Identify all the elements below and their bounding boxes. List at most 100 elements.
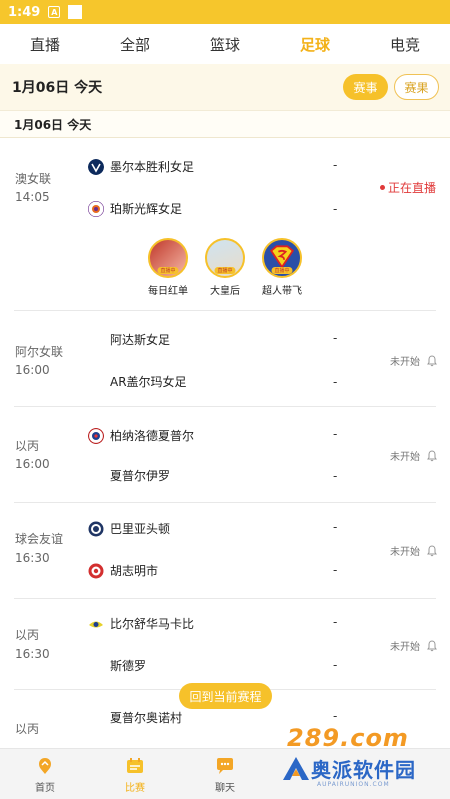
- date-header: 1月06日 今天 赛事 赛果: [0, 64, 450, 110]
- melbourne-victory-logo-icon: [88, 158, 104, 175]
- match-status: 未开始: [390, 353, 438, 368]
- bell-icon[interactable]: [426, 449, 438, 462]
- home-score: -: [333, 520, 338, 534]
- away-score: -: [333, 563, 338, 577]
- watermark: 289.com 奥派软件园 AUPAIRUNION.COM: [281, 724, 450, 796]
- bell-icon[interactable]: [426, 354, 438, 367]
- team-logo-placeholder-icon: [88, 332, 104, 348]
- home-team-name: 墨尔本胜利女足: [110, 160, 195, 174]
- bell-icon[interactable]: [426, 639, 438, 652]
- home-score: -: [333, 427, 338, 441]
- away-team: 夏普尔伊罗: [88, 467, 170, 484]
- away-score: -: [333, 658, 338, 672]
- nav-home[interactable]: 首页: [20, 755, 70, 794]
- away-score: -: [333, 202, 338, 216]
- notification-a-icon: A: [48, 6, 61, 18]
- home-team-name: 比尔舒华马卡比: [110, 617, 195, 631]
- watermark-name: 奥派软件园: [311, 758, 416, 782]
- live-dot-icon: [380, 185, 385, 190]
- tab-football[interactable]: 足球: [270, 34, 360, 55]
- live-status-label: 正在直播: [388, 181, 437, 195]
- status-bar: 1:49 A: [0, 0, 450, 24]
- match-row[interactable]: 球会友谊 16:30 巴里亚头顿 胡志明市 - - 未开始: [0, 503, 450, 599]
- away-team-name: AR盖尔玛女足: [110, 375, 187, 389]
- match-time: 16:30: [15, 551, 50, 565]
- return-to-current-button[interactable]: 回到当前赛程: [179, 683, 272, 709]
- match-row[interactable]: 以丙 16:00 柏纳洛德夏普尔 夏普尔伊罗 - - 未开始: [0, 407, 450, 503]
- team-logo-placeholder-icon: [88, 658, 104, 674]
- date-subheader: 1月06日 今天: [0, 110, 450, 138]
- match-status-label: 未开始: [390, 357, 420, 368]
- nav-chat[interactable]: 聊天: [200, 755, 250, 794]
- schedule-button[interactable]: 赛事: [343, 74, 388, 100]
- match-status-label: 未开始: [390, 452, 420, 463]
- away-team: 斯德罗: [88, 657, 146, 674]
- league-name: 以丙: [15, 722, 40, 736]
- league-name: 以丙: [15, 628, 40, 642]
- streamer-card[interactable]: 直播中 大皇后: [195, 238, 255, 297]
- sport-tabs: 直播 全部 篮球 足球 电竞: [0, 24, 450, 64]
- home-team-name: 柏纳洛德夏普尔: [110, 429, 195, 443]
- team-badge-icon: [88, 427, 104, 444]
- streamer-card[interactable]: 直播中 超人带飞: [252, 238, 312, 297]
- match-row[interactable]: 澳女联 14:05 墨尔本胜利女足 珀斯光辉女足 - - 正在直播 直播中 每日…: [0, 138, 450, 311]
- match-row[interactable]: 以丙 16:30 比尔舒华马卡比 斯德罗 - - 未开始: [0, 599, 450, 690]
- match-row[interactable]: 阿尔女联 16:00 阿达斯女足 AR盖尔玛女足 - - 未开始: [0, 311, 450, 407]
- league-name: 以丙: [15, 439, 40, 453]
- status-time: 1:49: [8, 4, 41, 20]
- match-status: 未开始: [390, 448, 438, 463]
- away-team-name: 夏普尔伊罗: [110, 469, 171, 483]
- team-logo-placeholder-icon: [88, 468, 104, 484]
- nav-matches[interactable]: 比赛: [110, 755, 160, 794]
- home-team: 墨尔本胜利女足: [88, 158, 194, 175]
- match-time: 16:30: [15, 647, 50, 661]
- home-score: -: [333, 615, 338, 629]
- tab-basketball[interactable]: 篮球: [180, 34, 270, 55]
- away-team: 胡志明市: [88, 562, 158, 579]
- match-status-label: 未开始: [390, 642, 420, 653]
- watermark-logo-icon: [283, 757, 309, 780]
- home-team: 夏普尔奥诺村: [88, 709, 182, 726]
- nav-home-label: 首页: [35, 783, 55, 794]
- away-score: -: [333, 469, 338, 483]
- away-team-name: 珀斯光辉女足: [110, 202, 183, 216]
- away-team: 珀斯光辉女足: [88, 200, 182, 217]
- nav-matches-label: 比赛: [125, 783, 145, 794]
- tab-live[interactable]: 直播: [0, 34, 90, 55]
- match-status: 未开始: [390, 638, 438, 653]
- home-score: -: [333, 709, 338, 723]
- match-time: 14:05: [15, 190, 50, 204]
- perth-glory-logo-icon: [88, 200, 104, 217]
- league-name: 阿尔女联: [15, 345, 64, 359]
- nav-chat-label: 聊天: [215, 783, 235, 794]
- match-status: 未开始: [390, 543, 438, 558]
- streamer-avatar: 直播中: [262, 238, 302, 278]
- live-status[interactable]: 正在直播: [380, 179, 436, 196]
- league-name: 澳女联: [15, 172, 52, 186]
- bell-icon[interactable]: [426, 544, 438, 557]
- match-time: 16:00: [15, 363, 50, 377]
- watermark-top-text: 289.com: [287, 724, 409, 752]
- home-team-name: 阿达斯女足: [110, 333, 171, 347]
- tab-all[interactable]: 全部: [90, 34, 180, 55]
- streamer-avatar: 直播中: [148, 238, 188, 278]
- home-score: -: [333, 331, 338, 345]
- results-button[interactable]: 赛果: [394, 74, 439, 100]
- away-team: AR盖尔玛女足: [88, 373, 187, 390]
- team-badge-icon: [88, 521, 104, 536]
- live-tag: 直播中: [157, 267, 179, 274]
- streamer-name: 超人带飞: [262, 286, 302, 297]
- live-tag: 直播中: [271, 267, 293, 274]
- streamer-card[interactable]: 直播中 每日红单: [138, 238, 198, 297]
- tab-esports[interactable]: 电竞: [360, 34, 450, 55]
- away-team-name: 胡志明市: [110, 564, 159, 578]
- match-time: 16:00: [15, 457, 50, 471]
- team-badge-icon: [88, 563, 104, 578]
- home-score: -: [333, 158, 338, 172]
- away-team-name: 斯德罗: [110, 659, 147, 673]
- matches-icon: [127, 758, 143, 773]
- home-icon: [39, 758, 51, 774]
- notification-square-icon: [68, 5, 83, 19]
- streamer-avatar: 直播中: [205, 238, 245, 278]
- team-logo-placeholder-icon: [88, 710, 104, 726]
